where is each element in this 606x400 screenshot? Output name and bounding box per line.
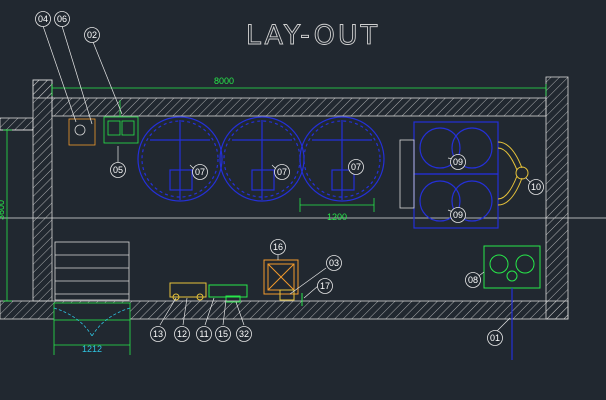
callout-05: 05 [110,162,126,178]
dimension-1212-label: 1212 [82,344,102,354]
callout-03: 03 [326,255,342,271]
callout-08: 08 [465,272,481,288]
transfer-pipe [497,141,529,206]
dimension-1200-label: 1200 [327,212,347,222]
storage-tanks [399,121,499,229]
dimension-overall-length: 8000 [51,76,547,96]
svg-text:12: 12 [177,329,187,339]
door-opening: 1212 [53,302,131,355]
svg-text:02: 02 [87,30,97,40]
entry-wall-stub [0,117,34,131]
auxiliary-unit [208,284,248,303]
svg-text:16: 16 [273,242,283,252]
svg-text:32: 32 [239,329,249,339]
svg-text:13: 13 [153,329,163,339]
building-walls [0,76,569,320]
fermentation-tanks [137,116,385,202]
drawing-title: LAY-OUT [246,20,380,51]
callout-17: 17 [317,278,333,294]
svg-text:08: 08 [468,275,478,285]
svg-text:15: 15 [218,329,228,339]
leader-lines [42,25,535,332]
storage-rack [54,241,130,301]
tank-3 [299,116,385,202]
valve-unit [279,289,295,301]
svg-text:11: 11 [199,329,208,339]
control-panel [483,245,541,289]
svg-text:06: 06 [57,14,67,24]
callout-32: 32 [236,326,252,342]
callout-07-c: 07 [348,159,364,175]
callout-07-a: 07 [192,164,208,180]
dimension-3600-label: 3600 [0,200,6,220]
callout-06: 06 [54,11,70,27]
svg-text:04: 04 [38,14,48,24]
svg-text:07: 07 [195,167,205,177]
layout-drawing: LAY-OUT 8000 3600 1200 1212 04 06 02 05 … [0,11,606,360]
svg-text:17: 17 [320,281,330,291]
svg-text:07: 07 [351,162,361,172]
callouts: 04 06 02 05 07 07 07 09 09 10 08 01 16 0… [35,11,544,346]
top-wall [51,97,547,117]
callout-12: 12 [174,326,190,342]
callout-07-b: 07 [274,164,290,180]
tank-1 [137,116,223,202]
right-wall [545,76,569,320]
svg-text:09: 09 [453,157,463,167]
control-box [68,118,96,146]
left-wall-cap [32,79,53,99]
dimension-left-height: 3600 [0,129,12,302]
callout-13: 13 [150,326,166,342]
tank-2 [219,116,305,202]
svg-text:05: 05 [113,165,123,175]
svg-text:01: 01 [490,333,500,343]
callout-04: 04 [35,11,51,27]
cooling-unit [263,259,299,295]
callout-09-a: 09 [450,154,466,170]
svg-text:07: 07 [277,167,287,177]
callout-16: 16 [270,239,286,255]
left-wall [32,79,53,302]
callout-10: 10 [528,179,544,195]
callout-11: 11 [196,326,212,342]
callout-15: 15 [215,326,231,342]
svg-text:03: 03 [329,258,339,268]
callout-01: 01 [487,330,503,346]
svg-text:10: 10 [531,182,541,192]
compressor-unit [169,282,207,301]
callout-09-b: 09 [450,207,466,223]
dimension-8000-label: 8000 [214,76,234,86]
callout-02: 02 [84,27,100,43]
svg-text:09: 09 [453,210,463,220]
